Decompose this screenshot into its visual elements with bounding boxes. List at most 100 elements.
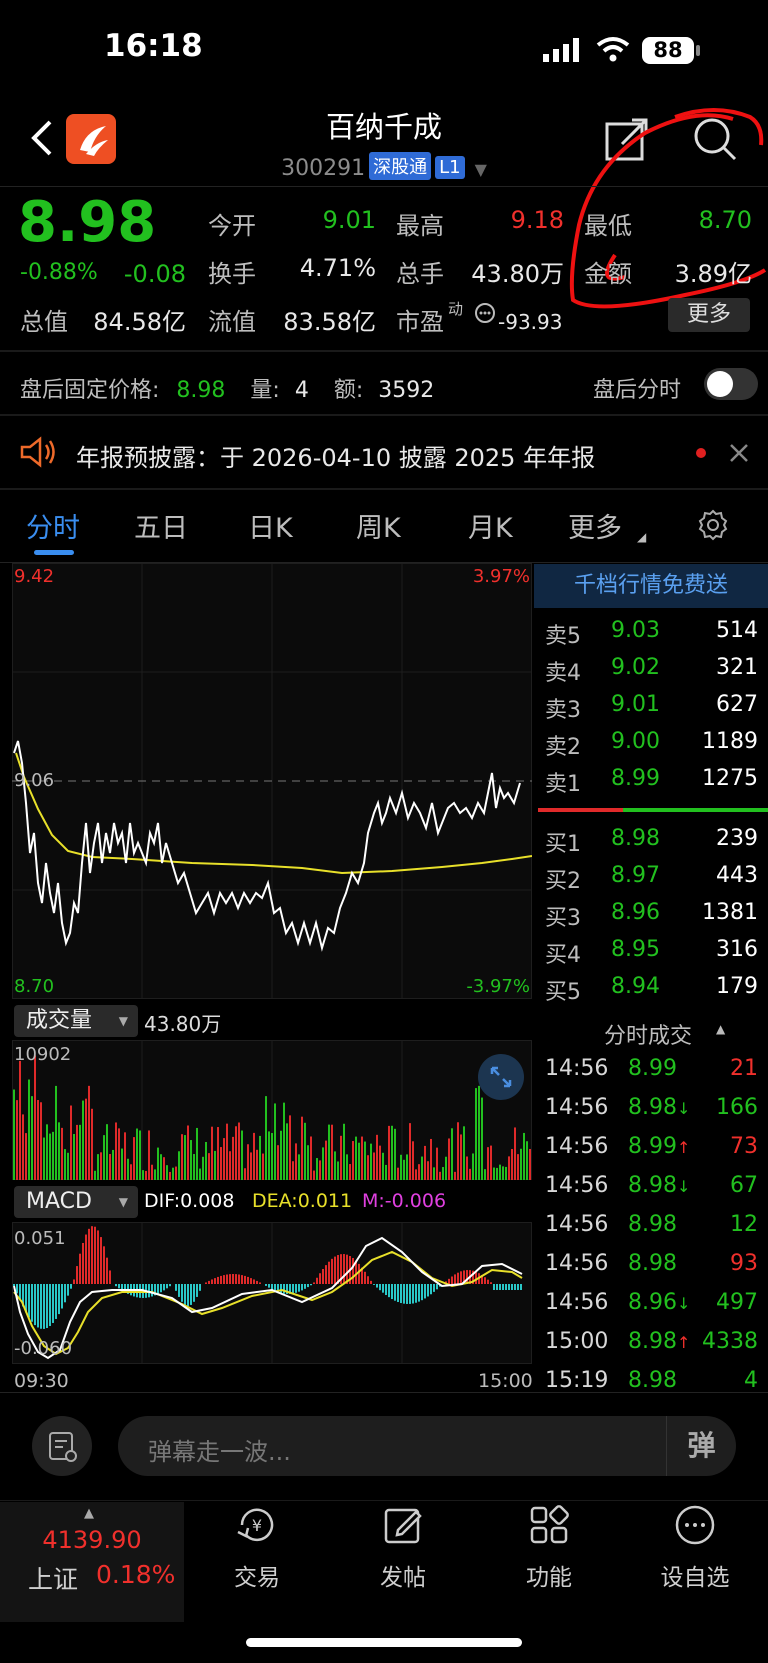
trade-row: 14:56 (545, 1251, 608, 1276)
volume-bar (307, 1145, 309, 1180)
tab-intraday[interactable]: 分时 (26, 506, 80, 545)
tab-day-k[interactable]: 日K (248, 506, 293, 545)
volume-bar (340, 1135, 342, 1180)
macd-bar (256, 1280, 258, 1284)
volume-total: 43.80万 (144, 1012, 222, 1036)
volume-bar (376, 1134, 378, 1180)
volume-bar (301, 1116, 303, 1180)
index-name: 上证 (28, 1565, 79, 1594)
volume-bar (34, 1055, 36, 1180)
volume-bar (244, 1168, 246, 1180)
volume-bar (262, 1153, 264, 1180)
tab-five-day[interactable]: 五日 (134, 506, 188, 545)
index-panel[interactable]: ▲ 4139.90 上证 0.18% (0, 1502, 184, 1622)
macd-bar (304, 1284, 306, 1289)
volume-bar (220, 1147, 222, 1180)
unread-dot (696, 448, 706, 458)
volume-bar (292, 1161, 294, 1180)
expand-icon[interactable] (478, 1054, 524, 1100)
ask-price[interactable]: 9.02 (560, 655, 660, 680)
tab-more[interactable]: 更多 (568, 506, 622, 545)
tab-week-k[interactable]: 周K (356, 506, 401, 545)
level2-banner[interactable]: 千档行情免费送 (534, 564, 768, 608)
trade-volume: 4 (744, 1368, 758, 1393)
nav-trade[interactable]: ¥ 交易 (184, 1502, 330, 1592)
danmu-input[interactable]: 弹幕走一波... 弹 (118, 1416, 736, 1476)
level2-banner-label: 千档行情免费送 (573, 573, 728, 598)
afterhours-toggle[interactable] (704, 368, 758, 400)
more-button[interactable]: 更多 (668, 298, 750, 332)
nav-function[interactable]: 功能 (476, 1502, 622, 1592)
volume-bar (64, 1149, 66, 1180)
volume-bar (310, 1136, 312, 1180)
stock-code: 300291 (281, 156, 366, 181)
bid-price[interactable]: 8.95 (560, 937, 660, 962)
volume-bar (418, 1164, 420, 1180)
volume-bar (280, 1130, 282, 1180)
tab-underline (34, 550, 74, 555)
more-dots-icon[interactable] (474, 302, 496, 328)
macd-bar (61, 1284, 63, 1309)
volume-bar (331, 1124, 333, 1180)
notice-text[interactable]: 年报预披露：于 2026-04-10 披露 2025 年年报 (76, 438, 595, 473)
volume-bar (67, 1152, 69, 1180)
ask-price[interactable]: 8.99 (560, 766, 660, 791)
macd-selector[interactable]: MACD ▼ (14, 1186, 138, 1218)
volume-bar (136, 1128, 138, 1180)
volume-bar (511, 1148, 513, 1180)
volume-bar (514, 1127, 516, 1180)
tag-shenguhtong: 深股通 (369, 152, 432, 180)
bid-price[interactable]: 8.98 (560, 826, 660, 851)
chevron-down-icon[interactable]: ▼ (475, 160, 487, 179)
macd-bar (511, 1284, 513, 1290)
volume-bar (139, 1130, 141, 1180)
volume-bar (88, 1085, 90, 1180)
volume-bar (61, 1127, 63, 1180)
ask-price[interactable]: 9.00 (560, 729, 660, 754)
volume-bar (235, 1126, 237, 1180)
trade-time: 14:56 (545, 1212, 609, 1237)
volume-bar (370, 1143, 372, 1180)
tab-month-k[interactable]: 月K (468, 506, 513, 545)
ask-price[interactable]: 9.01 (560, 692, 660, 717)
volume-bar (229, 1151, 231, 1180)
volume-bar (391, 1125, 393, 1180)
macd-bar (508, 1284, 510, 1290)
trade-volume: 67 (730, 1173, 758, 1198)
volume-bar (304, 1122, 306, 1180)
settings-gear-icon[interactable] (696, 508, 730, 546)
nav-post[interactable]: 发帖 (330, 1502, 476, 1592)
macd-dea: DEA:0.011 (252, 1190, 353, 1212)
volume-bar (208, 1153, 210, 1180)
volume-chart[interactable] (12, 1040, 532, 1180)
bid-price[interactable]: 8.97 (560, 863, 660, 888)
macd-bar (229, 1274, 231, 1284)
intraday-price-chart[interactable] (12, 563, 532, 999)
macd-bar (28, 1284, 30, 1318)
volume-bar (40, 1102, 42, 1180)
macd-bar (178, 1284, 180, 1297)
volume-bar (472, 1153, 474, 1180)
macd-bar (196, 1284, 198, 1297)
close-icon[interactable] (728, 442, 750, 468)
nav-watchlist[interactable]: 设自选 (622, 1502, 768, 1592)
danmu-send-button[interactable]: 弹 (666, 1416, 736, 1476)
macd-chart[interactable] (12, 1222, 532, 1364)
volume-selector[interactable]: 成交量 ▼ (14, 1005, 138, 1037)
status-time: 16:18 (104, 28, 203, 64)
volume-bar (28, 1079, 30, 1180)
more-button-label: 更多 (686, 302, 731, 327)
volume-bar (469, 1168, 471, 1180)
macd-bar (343, 1254, 345, 1284)
bid-price[interactable]: 8.96 (560, 900, 660, 925)
bid-price[interactable]: 8.94 (560, 974, 660, 999)
ask-price[interactable]: 9.03 (560, 618, 660, 643)
danmu-settings-icon[interactable] (32, 1416, 92, 1476)
trades-collapse-icon[interactable]: ▲ (716, 1022, 725, 1036)
volume-bar (112, 1149, 114, 1180)
volume-bar (334, 1151, 336, 1180)
macd-bar (325, 1265, 327, 1284)
volume-bar (31, 1096, 33, 1180)
volume-bar (211, 1126, 213, 1180)
macd-bar (337, 1255, 339, 1284)
